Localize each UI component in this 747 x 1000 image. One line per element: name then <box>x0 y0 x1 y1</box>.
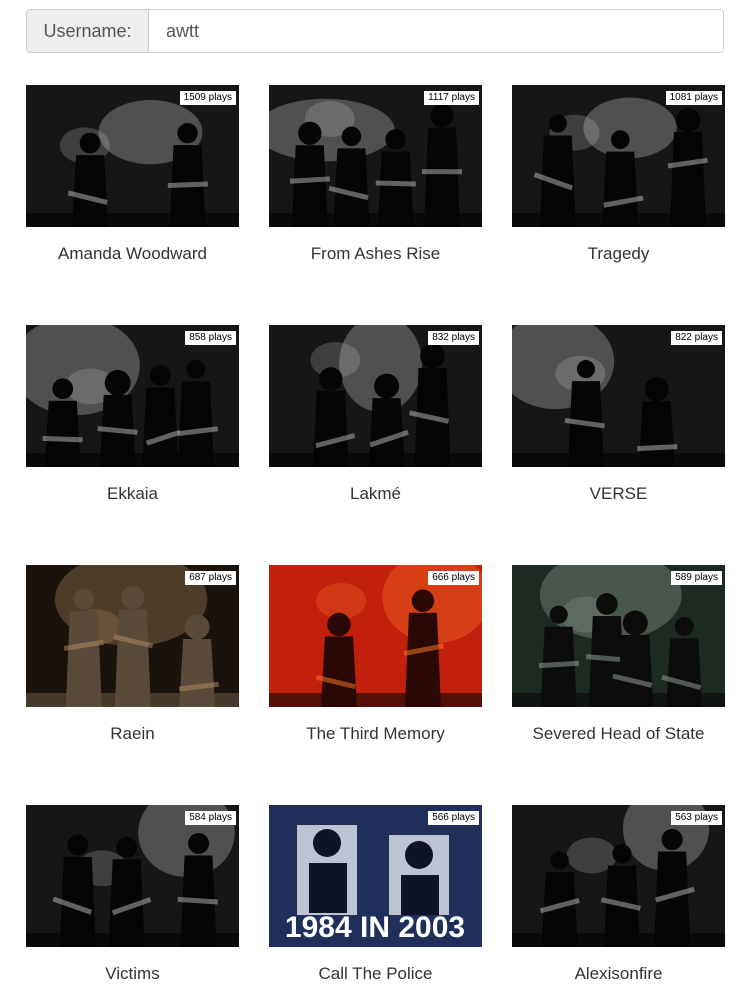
artist-photo[interactable]: 832 plays <box>269 325 482 467</box>
artist-card-1[interactable]: 1509 plays Amanda Woodward <box>26 85 239 325</box>
play-count-badge: 584 plays <box>185 811 236 825</box>
artist-photo[interactable]: 1117 plays <box>269 85 482 227</box>
artist-card-3[interactable]: 1081 plays Tragedy <box>512 85 725 325</box>
play-count-badge: 566 plays <box>428 811 479 825</box>
artist-name[interactable]: Alexisonfire <box>512 964 725 984</box>
artist-card-2[interactable]: 1117 plays From Ashes Rise <box>269 85 482 325</box>
artist-card-4[interactable]: 858 plays Ekkaia <box>26 325 239 565</box>
artist-name[interactable]: Ekkaia <box>26 484 239 504</box>
artist-photo-image <box>512 565 725 707</box>
play-count-badge: 563 plays <box>671 811 722 825</box>
artist-photo-image <box>512 805 725 947</box>
artist-photo-image <box>269 85 482 227</box>
artist-name[interactable]: Lakmé <box>269 484 482 504</box>
artist-photo[interactable]: 563 plays <box>512 805 725 947</box>
artist-name[interactable]: Tragedy <box>512 244 725 264</box>
artist-photo[interactable]: 1081 plays <box>512 85 725 227</box>
play-count-badge: 832 plays <box>428 331 479 345</box>
page: Username: 1509 plays Amanda Woodward 111… <box>0 0 747 1000</box>
play-count-badge: 1117 plays <box>424 91 479 105</box>
artist-photo[interactable]: 1509 plays <box>26 85 239 227</box>
artist-photo-image <box>26 805 239 947</box>
artist-photo[interactable]: 589 plays <box>512 565 725 707</box>
artist-photo-image <box>26 325 239 467</box>
artist-photo-image <box>269 325 482 467</box>
artist-photo[interactable]: 584 plays <box>26 805 239 947</box>
artist-name[interactable]: Call The Police <box>269 964 482 984</box>
artist-photo-image <box>269 565 482 707</box>
artist-photo-image <box>26 565 239 707</box>
artist-name[interactable]: Amanda Woodward <box>26 244 239 264</box>
artist-grid: 1509 plays Amanda Woodward 1117 plays Fr… <box>26 85 726 1000</box>
username-label: Username: <box>27 10 149 52</box>
artist-card-7[interactable]: 687 plays Raein <box>26 565 239 805</box>
artist-card-5[interactable]: 832 plays Lakmé <box>269 325 482 565</box>
play-count-badge: 858 plays <box>185 331 236 345</box>
artist-name[interactable]: Victims <box>26 964 239 984</box>
artist-photo-image <box>512 325 725 467</box>
play-count-badge: 822 plays <box>671 331 722 345</box>
artist-name[interactable]: VERSE <box>512 484 725 504</box>
username-input-group: Username: <box>26 9 724 53</box>
play-count-badge: 687 plays <box>185 571 236 585</box>
artist-photo[interactable]: 687 plays <box>26 565 239 707</box>
artist-card-12[interactable]: 563 plays Alexisonfire <box>512 805 725 1000</box>
artist-card-9[interactable]: 589 plays Severed Head of State <box>512 565 725 805</box>
artist-photo[interactable]: 1984 IN 2003 566 plays <box>269 805 482 947</box>
poster-text: 1984 IN 2003 <box>285 911 465 944</box>
artist-photo-image: 1984 IN 2003 <box>269 805 482 947</box>
artist-name[interactable]: The Third Memory <box>269 724 482 744</box>
artist-photo[interactable]: 822 plays <box>512 325 725 467</box>
artist-card-10[interactable]: 584 plays Victims <box>26 805 239 1000</box>
play-count-badge: 1081 plays <box>665 91 722 105</box>
play-count-badge: 1509 plays <box>179 91 236 105</box>
play-count-badge: 666 plays <box>428 571 479 585</box>
artist-card-8[interactable]: 666 plays The Third Memory <box>269 565 482 805</box>
artist-name[interactable]: Raein <box>26 724 239 744</box>
artist-name[interactable]: From Ashes Rise <box>269 244 482 264</box>
username-input[interactable] <box>149 10 723 52</box>
play-count-badge: 589 plays <box>671 571 722 585</box>
artist-photo-image <box>512 85 725 227</box>
artist-photo-image <box>26 85 239 227</box>
artist-card-11[interactable]: 1984 IN 2003 566 plays Call The Police <box>269 805 482 1000</box>
artist-card-6[interactable]: 822 plays VERSE <box>512 325 725 565</box>
artist-name[interactable]: Severed Head of State <box>512 724 725 744</box>
artist-photo[interactable]: 666 plays <box>269 565 482 707</box>
artist-photo[interactable]: 858 plays <box>26 325 239 467</box>
